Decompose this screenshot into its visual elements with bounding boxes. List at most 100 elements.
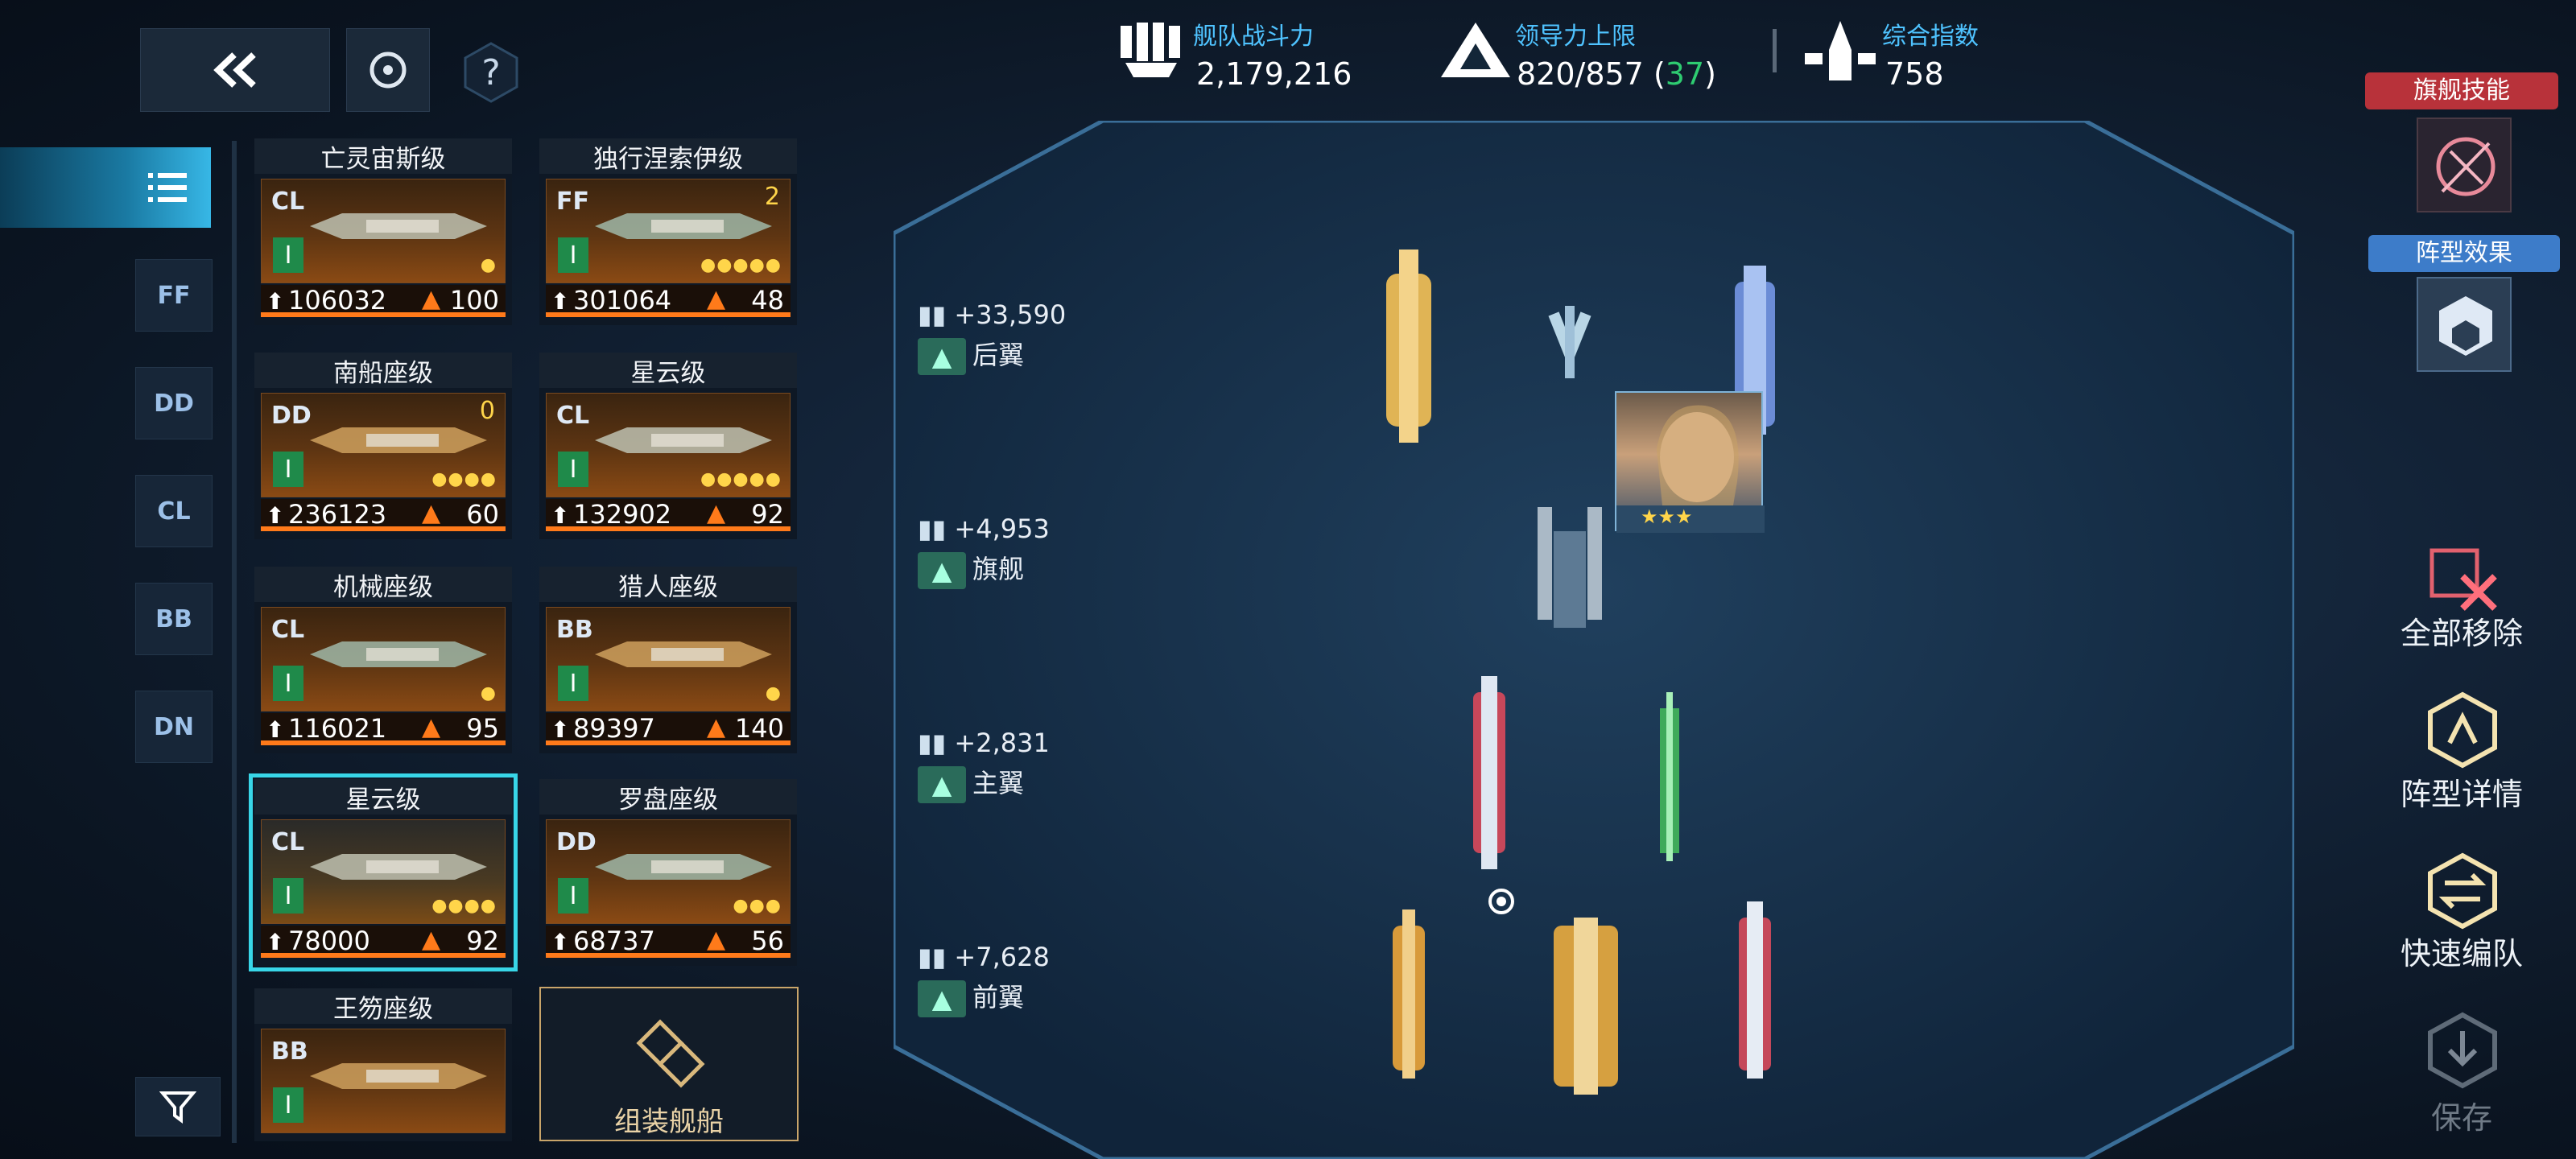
row-bonus: ▮▮ +7,628 [918,942,1050,972]
formation-row-label: ▮▮ +2,831 ▲ 主翼 [918,728,1050,803]
row-bonus: ▮▮ +33,590 [918,299,1067,330]
ship-card[interactable]: 王笏座级 BB I [254,988,512,1141]
fleet-power-label: 舰队战斗力 [1193,23,1314,51]
formation-effect-button[interactable] [2417,277,2512,372]
power-bonus-icon: ▮▮ [918,299,955,330]
ship-command-cost: 100 [449,285,499,316]
save-button[interactable]: 保存 [2381,1093,2542,1137]
formation-effect-icon [2439,296,2492,356]
sidebar-tab-list[interactable] [0,147,211,228]
ship-portrait: BB I [261,1029,506,1133]
ship-flag [1538,507,1602,628]
ship-power: 116021 [288,713,387,744]
ship-tier-badge: I [273,1087,303,1123]
ship-silhouette [595,427,772,453]
power-icon: ⬆ [266,716,285,743]
ship-silhouette [310,213,487,239]
ship-portrait: DD I ●●●● 0 [261,393,506,497]
ship-silhouette [595,641,772,667]
sidebar-tab-ff[interactable]: FF [135,259,213,332]
ship-card[interactable]: 独行涅索伊级 FF I ●●●●● 2 ⬆ 301064 ▲ 48 [539,138,797,325]
assemble-icon [636,1019,705,1088]
ship-silhouette [595,213,772,239]
ship-star-pips: ● [480,255,497,275]
remove-all-button[interactable]: 全部移除 [2381,608,2542,653]
formation-detail-button[interactable]: 阵型详情 [2381,769,2542,814]
ship-power: 301064 [573,285,672,316]
formation-row-label: ▮▮ +7,628 ▲ 前翼 [918,942,1050,1017]
ship-portrait: CL I ● [261,179,506,283]
ship-stats: ⬆ 236123 ▲ 60 [261,499,506,531]
assemble-label: 组装舰船 [614,1106,724,1138]
ship-command-cost: 140 [734,713,784,744]
ship-tier-badge: I [558,878,588,914]
row-name: ▲ 主翼 [918,763,1050,803]
target-button[interactable] [346,28,430,112]
ship-name: 独行涅索伊级 [539,138,797,174]
ship-star-pips: ●●● [733,896,782,916]
ship-name: 罗盘座级 [539,779,797,815]
ship-name: 王笏座级 [254,988,512,1024]
sidebar-tab-dd[interactable]: DD [135,367,213,439]
ship-card[interactable]: 星云级 CL I ●●●● ⬆ 78000 ▲ 92 [249,773,518,971]
power-icon: ⬆ [551,716,570,743]
sidebar-divider [232,141,237,1143]
sidebar-tab-bb[interactable]: BB [135,583,213,655]
help-button[interactable]: ? [459,40,523,105]
ship-portrait: CL I ●●●●● [546,393,791,497]
sidebar-tab-cl[interactable]: CL [135,475,213,547]
ship-tier-badge: I [558,452,588,487]
row-badge-icon: ▲ [918,552,966,589]
ship-stats: ⬆ 89397 ▲ 140 [546,713,791,745]
ship-tier-badge: I [273,237,303,273]
ship-name: 星云级 [254,779,512,815]
row-name: ▲ 后翼 [918,335,1066,375]
back-button[interactable] [140,28,330,112]
ship-card[interactable]: 机械座级 CL I ● ⬆ 116021 ▲ 95 [254,567,512,753]
quick-form-button[interactable]: 快速编队 [2381,929,2542,973]
ship-card[interactable]: 猎人座级 BB I ● ⬆ 89397 ▲ 140 [539,567,797,753]
flagship-skill-tag: 旗舰技能 [2365,72,2558,109]
ship-card[interactable]: 亡灵宙斯级 CL I ● ⬆ 106032 ▲ 100 [254,138,512,325]
ship-class-badge: CL [271,188,305,216]
formation-detail-icon-wrap[interactable] [2410,686,2515,774]
row-name: ▲ 旗舰 [918,549,1050,589]
ship-silhouette [595,854,772,880]
command-cost-icon: ▲ [707,285,726,313]
ship-silhouette [310,1063,487,1089]
flagship-skill-icon [2436,137,2496,196]
ship-class-badge: BB [271,1037,308,1066]
ship-portrait: CL I ●●●● [261,819,506,924]
ship-tier-badge: I [558,237,588,273]
ship-front-2 [1554,918,1618,1095]
save-icon-wrap[interactable] [2410,1006,2515,1095]
commander-avatar: ★★★ [1616,405,1765,533]
power-bonus-icon: ▮▮ [918,942,955,972]
ship-card[interactable]: 南船座级 DD I ●●●● 0 ⬆ 236123 ▲ 60 [254,353,512,539]
help-label: ? [481,52,501,93]
command-cost-icon: ▲ [422,499,441,527]
sidebar-tab-dn[interactable]: DN [135,691,213,763]
ship-card[interactable]: 罗盘座级 DD I ●●● ⬆ 68737 ▲ 56 [539,779,797,966]
commander-portrait[interactable]: ★★★ [1615,391,1765,533]
remove-all-icon-wrap[interactable] [2410,531,2515,620]
ship-tier-badge: I [273,666,303,701]
quick-form-icon-wrap[interactable] [2410,847,2515,935]
double-chevron-left-icon [213,52,256,88]
flagship-skill-button[interactable] [2417,118,2512,212]
ship-front-3 [1739,901,1771,1079]
row-badge-icon: ▲ [918,766,966,803]
ship-power: 68737 [573,926,655,956]
ship-command-cost: 60 [466,499,499,530]
power-icon: ⬆ [266,929,285,955]
ship-stats: ⬆ 106032 ▲ 100 [261,285,506,317]
power-bonus-icon: ▮▮ [918,514,955,544]
assemble-ship-button[interactable]: 组装舰船 [539,987,799,1141]
ship-command-cost: 56 [751,926,784,956]
filter-button[interactable] [135,1077,221,1136]
command-icon [1441,23,1510,77]
ship-tier-badge: I [558,666,588,701]
ship-silhouette [310,854,487,880]
ship-card[interactable]: 星云级 CL I ●●●●● ⬆ 132902 ▲ 92 [539,353,797,539]
remove-all-icon [2429,548,2497,611]
